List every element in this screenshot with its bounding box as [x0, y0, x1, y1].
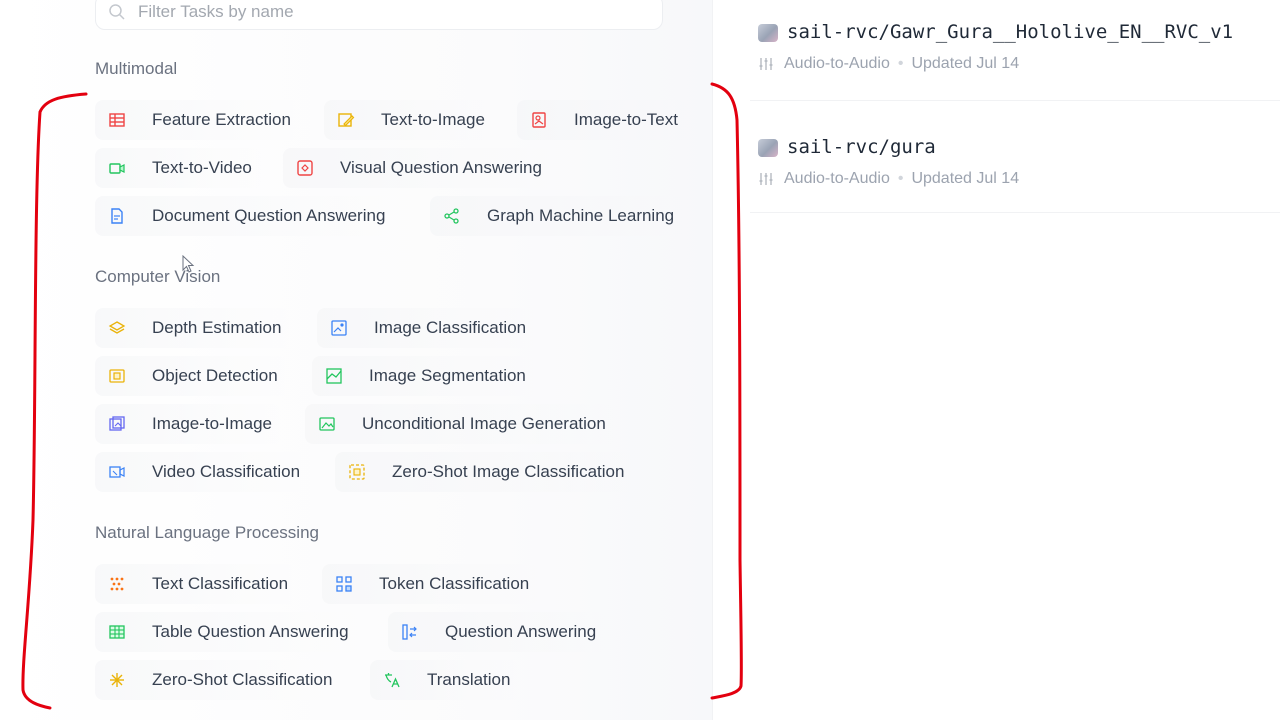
task-text-to-video[interactable]: Text-to-Video [95, 148, 262, 188]
task-image-to-image[interactable]: Image-to-Image [95, 404, 282, 444]
task-graph-machine-learning[interactable]: Graph Machine Learning [430, 196, 685, 236]
dots-icon [106, 573, 128, 595]
task-label: Image-to-Text [574, 110, 678, 129]
task-object-detection[interactable]: Object Detection [95, 356, 288, 396]
model-avatar [758, 139, 778, 157]
task-translation[interactable]: Translation [370, 660, 521, 700]
document-icon [106, 205, 128, 227]
section-title-multimodal: Multimodal [95, 59, 178, 78]
detection-icon [106, 365, 128, 387]
task-label: Table Question Answering [152, 622, 349, 641]
table-icon [106, 109, 128, 131]
model-name[interactable]: sail-rvc/Gawr_Gura__Hololive_EN__RVC_v1 [787, 21, 1233, 43]
translate-icon [381, 669, 403, 691]
model-meta: Audio-to-Audio • Updated Jul 14 [758, 170, 1019, 188]
task-image-segmentation[interactable]: Image Segmentation [312, 356, 536, 396]
task-label: Object Detection [152, 366, 278, 385]
task-label: Unconditional Image Generation [362, 414, 606, 433]
segmentation-icon [323, 365, 345, 387]
task-label: Visual Question Answering [340, 158, 542, 177]
meta-separator: • [897, 170, 904, 187]
section-title-computer-vision: Computer Vision [95, 267, 221, 286]
model-avatar [758, 24, 778, 42]
meta-separator: • [897, 55, 904, 72]
model-card[interactable]: sail-rvc/gura Audio-to-Audio • Updated J… [750, 112, 1280, 213]
section-title-nlp: Natural Language Processing [95, 523, 319, 542]
task-text-to-image[interactable]: Text-to-Image [324, 100, 495, 140]
task-label: Graph Machine Learning [487, 206, 675, 225]
token-icon [333, 573, 355, 595]
image-generation-icon [316, 413, 338, 435]
task-question-answering[interactable]: Question Answering [388, 612, 607, 652]
task-unconditional-image-generation[interactable]: Unconditional Image Generation [305, 404, 616, 444]
model-updated: Updated Jul 14 [911, 55, 1020, 72]
task-label: Feature Extraction [152, 110, 291, 129]
sliders-icon [759, 58, 773, 70]
zero-shot-image-icon [346, 461, 368, 483]
task-label: Image-to-Image [152, 414, 272, 433]
task-zero-shot-image-classification[interactable]: Zero-Shot Image Classification [335, 452, 635, 492]
image-tag-icon [328, 317, 350, 339]
qa-arrows-icon [399, 621, 421, 643]
task-image-to-text[interactable]: Image-to-Text [517, 100, 688, 140]
task-label: Text Classification [152, 574, 289, 593]
task-label: Image Classification [374, 318, 527, 337]
task-label: Question Answering [445, 622, 597, 641]
filter-tasks-box[interactable] [95, 0, 663, 30]
visual-qa-icon [294, 157, 316, 179]
task-filter-panel: Multimodal Feature Extraction Text-to-Im… [0, 0, 712, 720]
graph-icon [441, 205, 463, 227]
task-label: Document Question Answering [152, 206, 386, 225]
filter-tasks-input[interactable] [136, 1, 620, 23]
task-label: Depth Estimation [152, 318, 282, 337]
task-text-classification[interactable]: Text Classification [95, 564, 299, 604]
model-updated: Updated Jul 14 [911, 170, 1020, 187]
model-meta: Audio-to-Audio • Updated Jul 14 [758, 55, 1019, 73]
image-text-icon [528, 109, 550, 131]
task-label: Text-to-Image [381, 110, 485, 129]
task-label: Image Segmentation [369, 366, 526, 385]
task-label: Video Classification [152, 462, 301, 481]
task-visual-question-answering[interactable]: Visual Question Answering [283, 148, 552, 188]
task-document-question-answering[interactable]: Document Question Answering [95, 196, 396, 236]
sliders-icon [759, 173, 773, 185]
task-zero-shot-classification[interactable]: Zero-Shot Classification [95, 660, 343, 700]
sparkle-icon [106, 669, 128, 691]
task-video-classification[interactable]: Video Classification [95, 452, 311, 492]
task-depth-estimation[interactable]: Depth Estimation [95, 308, 292, 348]
model-card[interactable]: sail-rvc/Gawr_Gura__Hololive_EN__RVC_v1 … [750, 0, 1280, 101]
video-icon [106, 157, 128, 179]
model-task: Audio-to-Audio [784, 55, 890, 72]
task-label: Token Classification [379, 574, 530, 593]
video-classify-icon [106, 461, 128, 483]
task-label: Zero-Shot Image Classification [392, 462, 625, 481]
search-icon [109, 4, 125, 20]
task-label: Zero-Shot Classification [152, 670, 333, 689]
task-label: Text-to-Video [152, 158, 252, 177]
model-task: Audio-to-Audio [784, 170, 890, 187]
task-label: Translation [427, 670, 511, 689]
task-token-classification[interactable]: Token Classification [322, 564, 540, 604]
layers-icon [106, 317, 128, 339]
task-table-question-answering[interactable]: Table Question Answering [95, 612, 359, 652]
model-name[interactable]: sail-rvc/gura [787, 136, 936, 158]
pencil-image-icon [335, 109, 357, 131]
pane-divider [712, 0, 713, 720]
table-grid-icon [106, 621, 128, 643]
task-image-classification[interactable]: Image Classification [317, 308, 537, 348]
task-feature-extraction[interactable]: Feature Extraction [95, 100, 301, 140]
image-stack-icon [106, 413, 128, 435]
